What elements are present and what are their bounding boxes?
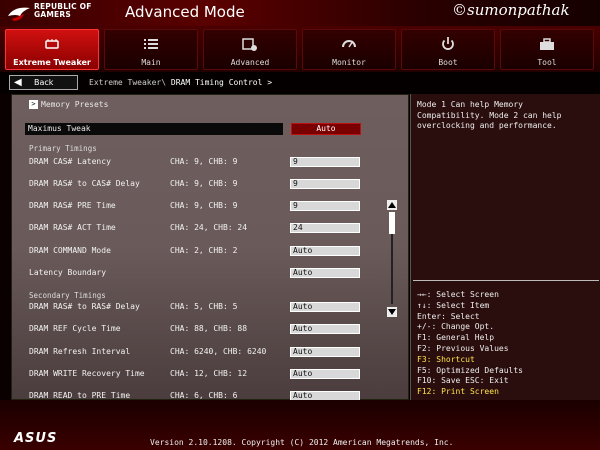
version-text: Version 2.10.1208. Copyright (C) 2012 Am… bbox=[150, 438, 454, 447]
shortcut-item: ↑↓: Select Item bbox=[417, 300, 490, 310]
top-header: REPUBLIC OF GAMERS Advanced Mode ©sumonp… bbox=[0, 0, 600, 27]
channel-values: CHA: 9, CHB: 9 bbox=[170, 157, 238, 166]
shortcut-item: F1: General Help bbox=[417, 333, 495, 343]
breadcrumb-parent[interactable]: Extreme Tweaker\ bbox=[89, 78, 166, 87]
submenu-arrow-icon: > bbox=[29, 100, 38, 109]
value-field[interactable]: Auto bbox=[290, 268, 360, 278]
channel-values: CHA: 2, CHB: 2 bbox=[170, 246, 238, 255]
section-primary-timings: Primary Timings bbox=[29, 144, 97, 153]
gauge-icon bbox=[342, 40, 356, 48]
tab-extreme-tweaker[interactable]: Extreme Tweaker bbox=[5, 29, 99, 70]
maximus-tweak-row[interactable]: Maximus Tweak bbox=[25, 123, 283, 135]
setting-label: DRAM Refresh Interval bbox=[29, 347, 131, 356]
asus-logo: ASUS bbox=[14, 431, 58, 446]
tab-tool[interactable]: Tool bbox=[500, 29, 594, 70]
chip-settings-icon bbox=[242, 38, 257, 51]
tab-bar: Extreme Tweaker Main Advanced Monitor Bo… bbox=[0, 26, 600, 72]
tab-label: Boot bbox=[438, 58, 458, 67]
breadcrumb: Extreme Tweaker\ DRAM Timing Control > bbox=[89, 78, 272, 87]
value-field[interactable]: Auto bbox=[290, 369, 360, 379]
tab-label: Monitor bbox=[332, 58, 366, 67]
shortcut-item[interactable]: F3: Shortcut bbox=[417, 355, 523, 366]
brand-line-2: GAMERS bbox=[34, 10, 71, 19]
scroll-up-arrow-icon[interactable] bbox=[387, 200, 397, 210]
setting-label: DRAM COMMAND Mode bbox=[29, 246, 111, 255]
setting-label: Latency Boundary bbox=[29, 268, 107, 277]
memory-presets-label: Memory Presets bbox=[41, 100, 109, 109]
shortcut-item: F10: Save ESC: Exit bbox=[417, 376, 509, 386]
memory-presets-item[interactable]: > Memory Presets bbox=[29, 100, 108, 109]
tab-main[interactable]: Main bbox=[104, 29, 198, 70]
rog-eye-logo-icon bbox=[8, 7, 30, 21]
shortcut-item[interactable]: F12: Print Screen bbox=[417, 387, 523, 398]
settings-panel: > Memory Presets Maximus Tweak Auto Prima… bbox=[11, 94, 409, 401]
back-button[interactable]: ◀ Back bbox=[9, 75, 78, 90]
channel-values: CHA: 9, CHB: 9 bbox=[170, 179, 238, 188]
setting-label: DRAM RAS# ACT Time bbox=[29, 223, 116, 232]
channel-values: CHA: 12, CHB: 12 bbox=[170, 369, 248, 378]
rog-brand-text: REPUBLIC OF GAMERS bbox=[34, 3, 92, 19]
scroll-down-arrow-icon[interactable] bbox=[387, 307, 397, 317]
scrollbar-thumb[interactable] bbox=[389, 212, 395, 234]
value-field[interactable]: Auto bbox=[290, 246, 360, 256]
value-field[interactable]: 9 bbox=[290, 157, 360, 167]
tab-label: Extreme Tweaker bbox=[13, 58, 91, 67]
shortcut-list: →←: Select Screen ↑↓: Select Item Enter:… bbox=[417, 290, 523, 398]
footer: ASUS Version 2.10.1208. Copyright (C) 20… bbox=[0, 400, 600, 450]
shortcut-item: Enter: Select bbox=[417, 311, 480, 321]
channel-values: CHA: 6240, CHB: 6240 bbox=[170, 347, 267, 356]
tab-label: Advanced bbox=[230, 58, 270, 67]
breadcrumb-bar: ◀ Back Extreme Tweaker\ DRAM Timing Cont… bbox=[0, 72, 600, 94]
maximus-tweak-label: Maximus Tweak bbox=[28, 124, 91, 133]
shortcut-item: F2: Previous Values bbox=[417, 343, 509, 353]
setting-label: DRAM RAS# PRE Time bbox=[29, 201, 116, 210]
setting-label: DRAM RAS# to CAS# Delay bbox=[29, 179, 140, 188]
back-label: Back bbox=[34, 78, 54, 87]
value-field[interactable]: 9 bbox=[290, 179, 360, 189]
help-panel: Mode 1 Can help Memory Compatibility. Mo… bbox=[410, 94, 600, 400]
watermark: ©sumonpathak bbox=[452, 1, 570, 19]
breadcrumb-current: DRAM Timing Control > bbox=[170, 78, 273, 87]
cpu-chip-icon bbox=[45, 39, 59, 49]
value-field[interactable]: Auto bbox=[290, 302, 360, 312]
value-field[interactable]: 24 bbox=[290, 223, 360, 233]
help-text: Mode 1 Can help Memory Compatibility. Mo… bbox=[417, 100, 562, 130]
toolbox-icon bbox=[540, 38, 554, 50]
value-field[interactable]: Auto bbox=[290, 347, 360, 357]
help-divider bbox=[413, 280, 599, 281]
section-secondary-timings: Secondary Timings bbox=[29, 291, 106, 300]
value-field[interactable]: Auto bbox=[290, 324, 360, 334]
shortcut-item: +/-: Change Opt. bbox=[417, 322, 495, 332]
maximus-tweak-value[interactable]: Auto bbox=[291, 123, 361, 135]
list-icon bbox=[144, 39, 158, 49]
tab-label: Main bbox=[141, 58, 161, 67]
setting-label: DRAM CAS# Latency bbox=[29, 157, 111, 166]
setting-label: DRAM WRITE Recovery Time bbox=[29, 369, 145, 378]
channel-values: CHA: 24, CHB: 24 bbox=[170, 223, 248, 232]
setting-label: DRAM RAS# to RAS# Delay bbox=[29, 302, 140, 311]
channel-values: CHA: 88, CHB: 88 bbox=[170, 324, 248, 333]
setting-label: DRAM READ to PRE Time bbox=[29, 391, 131, 400]
setting-label: DRAM REF Cycle Time bbox=[29, 324, 121, 333]
value-field[interactable]: 9 bbox=[290, 201, 360, 211]
back-arrow-icon: ◀ bbox=[14, 77, 22, 88]
tab-label: Tool bbox=[537, 58, 557, 67]
tab-monitor[interactable]: Monitor bbox=[302, 29, 396, 70]
channel-values: CHA: 6, CHB: 6 bbox=[170, 391, 238, 400]
channel-values: CHA: 5, CHB: 5 bbox=[170, 302, 238, 311]
mode-title: Advanced Mode bbox=[125, 3, 245, 21]
shortcut-item: F5: Optimized Defaults bbox=[417, 365, 523, 375]
shortcut-item: →←: Select Screen bbox=[417, 290, 499, 299]
tab-advanced[interactable]: Advanced bbox=[203, 29, 297, 70]
channel-values: CHA: 9, CHB: 9 bbox=[170, 201, 238, 210]
tab-boot[interactable]: Boot bbox=[401, 29, 495, 70]
power-icon bbox=[442, 37, 454, 50]
